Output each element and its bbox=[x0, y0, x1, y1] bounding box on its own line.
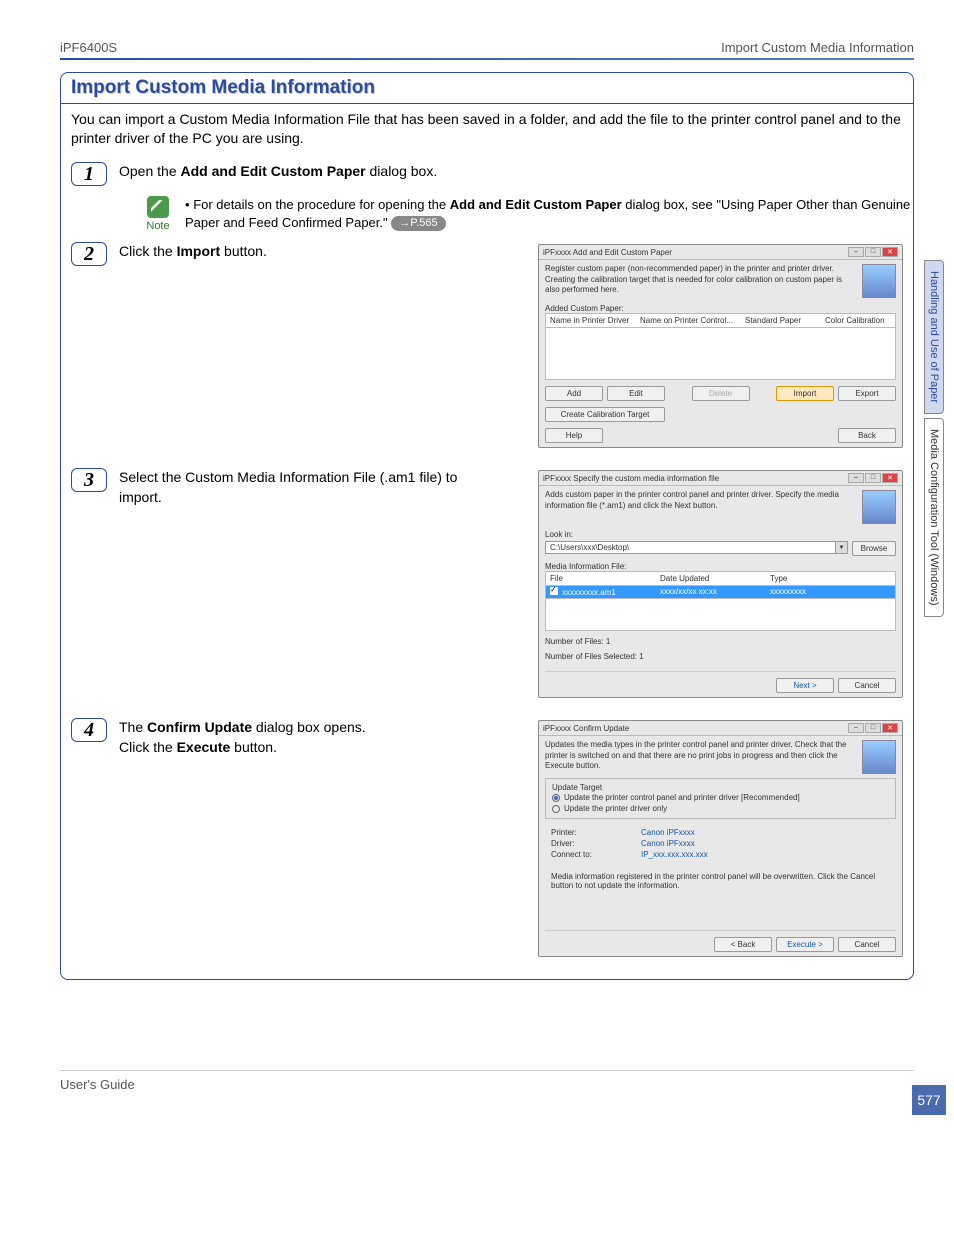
file-list-blank bbox=[545, 599, 896, 631]
minimize-icon[interactable]: – bbox=[848, 247, 864, 257]
printer-icon bbox=[862, 490, 896, 524]
dialog3-desc: Updates the media types in the printer c… bbox=[545, 740, 856, 774]
import-button[interactable]: Import bbox=[776, 386, 834, 401]
step-4-text: The Confirm Update dialog box opens. Cli… bbox=[119, 718, 501, 757]
note-text: • For details on the procedure for openi… bbox=[185, 196, 913, 232]
radio-unchecked-icon[interactable] bbox=[552, 805, 560, 813]
minimize-icon[interactable]: – bbox=[848, 473, 864, 483]
execute-button[interactable]: Execute > bbox=[776, 937, 834, 952]
intro-text: You can import a Custom Media Informatio… bbox=[61, 104, 913, 158]
header-topic: Import Custom Media Information bbox=[721, 40, 914, 55]
connect-label: Connect to: bbox=[551, 850, 641, 859]
dialog1-section: Added Custom Paper: bbox=[545, 304, 896, 313]
radio-checked-icon[interactable] bbox=[552, 794, 560, 802]
num-files: Number of Files: 1 bbox=[545, 637, 896, 646]
update-target-group: Update Target Update the printer control… bbox=[545, 778, 896, 819]
step-3: 3 Select the Custom Media Information Fi… bbox=[61, 464, 913, 714]
step-2-number: 2 bbox=[71, 242, 107, 266]
file-row-selected[interactable]: xxxxxxxxx.am1 xxxx/xx/xx xx:xx xxxxxxxxx bbox=[545, 586, 896, 599]
side-tab-handling-paper[interactable]: Handling and Use of Paper bbox=[924, 260, 944, 414]
dialog2-title: iPFxxxx Specify the custom media informa… bbox=[543, 474, 719, 483]
dialog1-title: iPFxxxx Add and Edit Custom Paper bbox=[543, 248, 672, 257]
step-1: 1 Open the Add and Edit Custom Paper dia… bbox=[61, 158, 913, 190]
header-rule bbox=[60, 58, 914, 60]
driver-label: Driver: bbox=[551, 839, 641, 848]
dialog-add-edit-custom-paper: iPFxxxx Add and Edit Custom Paper – □ ✕ … bbox=[538, 244, 903, 448]
printer-icon bbox=[862, 264, 896, 298]
mif-label: Media Information File: bbox=[545, 562, 896, 571]
maximize-icon[interactable]: □ bbox=[865, 723, 881, 733]
dialog2-desc: Adds custom paper in the printer control… bbox=[545, 490, 856, 524]
step-1-text: Open the Add and Edit Custom Paper dialo… bbox=[119, 162, 903, 182]
footer: User's Guide bbox=[60, 1070, 914, 1092]
update-target-label: Update Target bbox=[552, 783, 889, 792]
printer-icon bbox=[862, 740, 896, 774]
header-model: iPF6400S bbox=[60, 40, 117, 55]
cancel-button[interactable]: Cancel bbox=[838, 678, 896, 693]
chevron-down-icon[interactable]: ▼ bbox=[835, 542, 847, 553]
page-number: 577 bbox=[912, 1085, 946, 1115]
step-4-number: 4 bbox=[71, 718, 107, 742]
edit-button[interactable]: Edit bbox=[607, 386, 665, 401]
browse-button[interactable]: Browse bbox=[852, 541, 896, 556]
connect-value: IP_xxx.xxx.xxx.xxx bbox=[641, 850, 708, 859]
delete-button[interactable]: Delete bbox=[692, 386, 750, 401]
back-button[interactable]: < Back bbox=[714, 937, 772, 952]
printer-label: Printer: bbox=[551, 828, 641, 837]
close-icon[interactable]: ✕ bbox=[882, 247, 898, 257]
create-calibration-button[interactable]: Create Calibration Target bbox=[545, 407, 665, 422]
radio-option-driver-only[interactable]: Update the printer driver only bbox=[552, 803, 889, 814]
main-content-box: Import Custom Media Information You can … bbox=[60, 72, 914, 980]
dialog2-table-header: File Date Updated Type bbox=[545, 571, 896, 586]
step-4: 4 The Confirm Update dialog box opens. C… bbox=[61, 714, 913, 973]
close-icon[interactable]: ✕ bbox=[882, 473, 898, 483]
export-button[interactable]: Export bbox=[838, 386, 896, 401]
step-2: 2 Click the Import button. iPFxxxx Add a… bbox=[61, 238, 913, 464]
footer-guide: User's Guide bbox=[60, 1077, 135, 1092]
num-selected: Number of Files Selected: 1 bbox=[545, 652, 896, 661]
page-ref-link[interactable]: →P.565 bbox=[391, 216, 445, 231]
maximize-icon[interactable]: □ bbox=[865, 473, 881, 483]
side-tab-media-config-tool[interactable]: Media Configuration Tool (Windows) bbox=[924, 418, 944, 617]
radio-option-recommended[interactable]: Update the printer control panel and pri… bbox=[552, 792, 889, 803]
dialog1-table-body bbox=[545, 328, 896, 380]
note-block: Note • For details on the procedure for … bbox=[141, 196, 913, 232]
step-2-text: Click the Import button. bbox=[119, 242, 501, 266]
help-button[interactable]: Help bbox=[545, 428, 603, 443]
printer-value: Canon iPFxxxx bbox=[641, 828, 695, 837]
dialog-specify-media-file: iPFxxxx Specify the custom media informa… bbox=[538, 470, 903, 698]
step-1-number: 1 bbox=[71, 162, 107, 186]
page-title: Import Custom Media Information bbox=[61, 73, 913, 104]
lookin-label: Look in: bbox=[545, 530, 896, 539]
dialog-confirm-update: iPFxxxx Confirm Update – □ ✕ Updates the… bbox=[538, 720, 903, 957]
driver-value: Canon iPFxxxx bbox=[641, 839, 695, 848]
next-button[interactable]: Next > bbox=[776, 678, 834, 693]
add-button[interactable]: Add bbox=[545, 386, 603, 401]
minimize-icon[interactable]: – bbox=[848, 723, 864, 733]
dialog3-title: iPFxxxx Confirm Update bbox=[543, 724, 629, 733]
dialog1-table-header: Name in Printer Driver Name on Printer C… bbox=[545, 313, 896, 328]
checkbox-checked-icon[interactable] bbox=[550, 587, 558, 595]
pencil-icon bbox=[147, 196, 169, 218]
back-button[interactable]: Back bbox=[838, 428, 896, 443]
cancel-button[interactable]: Cancel bbox=[838, 937, 896, 952]
step-3-number: 3 bbox=[71, 468, 107, 492]
note-icon: Note bbox=[141, 196, 175, 232]
dialog1-desc: Register custom paper (non-recommended p… bbox=[545, 264, 856, 298]
step-3-text: Select the Custom Media Information File… bbox=[119, 468, 501, 507]
close-icon[interactable]: ✕ bbox=[882, 723, 898, 733]
lookin-input[interactable]: C:\Users\xxx\Desktop\ ▼ bbox=[545, 541, 848, 554]
dialog3-warning: Media information registered in the prin… bbox=[551, 872, 890, 890]
side-tabs: Handling and Use of Paper Media Configur… bbox=[924, 260, 946, 621]
maximize-icon[interactable]: □ bbox=[865, 247, 881, 257]
